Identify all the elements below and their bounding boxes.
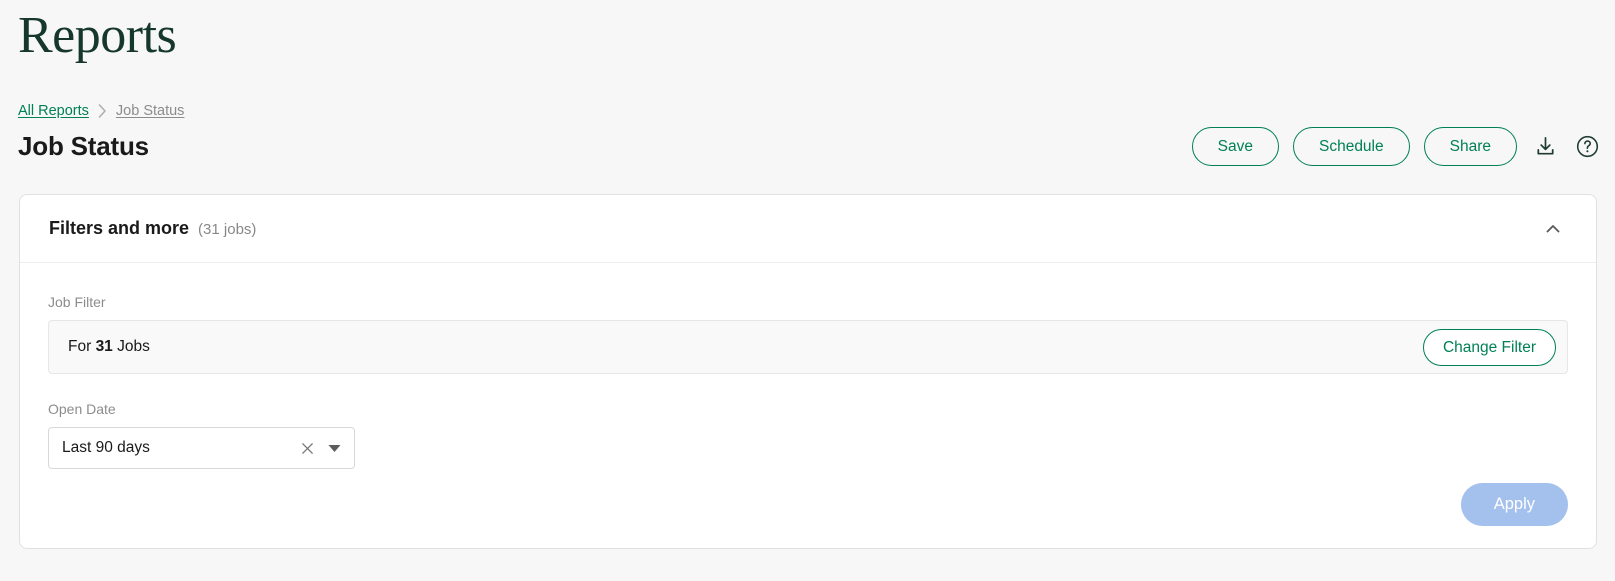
filters-card-title-group: Filters and more (31 jobs) — [49, 218, 256, 239]
filters-card: Filters and more (31 jobs) Job Filter Fo… — [19, 194, 1597, 549]
caret-down-icon[interactable] — [324, 438, 344, 458]
share-button[interactable]: Share — [1423, 127, 1517, 166]
job-filter-label: Job Filter — [48, 294, 106, 310]
help-circle-icon[interactable] — [1573, 133, 1601, 161]
breadcrumb-current-job-status: Job Status — [115, 103, 185, 119]
job-filter-row: For 31 Jobs Change Filter — [48, 320, 1568, 374]
title-row: Job Status Save Schedule Share — [0, 124, 1615, 172]
save-button[interactable]: Save — [1191, 127, 1279, 166]
chevron-right-icon — [98, 104, 107, 118]
open-date-label: Open Date — [48, 401, 116, 417]
open-date-group: Open Date Last 90 days — [48, 400, 1568, 469]
filters-card-body: Job Filter For 31 Jobs Change Filter Ope… — [20, 263, 1596, 549]
job-filter-group: Job Filter For 31 Jobs Change Filter — [48, 293, 1568, 374]
filters-card-title: Filters and more — [49, 218, 190, 238]
breadcrumb-link-all-reports[interactable]: All Reports — [18, 101, 89, 121]
breadcrumb: All Reports Job Status — [18, 101, 184, 121]
open-date-value: Last 90 days — [62, 439, 150, 456]
title-actions: Save Schedule Share — [1191, 127, 1601, 166]
page-title: Job Status — [18, 131, 149, 161]
filters-card-job-count: (31 jobs) — [198, 221, 257, 238]
page-heading: Reports — [18, 7, 177, 64]
download-icon[interactable] — [1531, 133, 1559, 161]
job-filter-summary: For 31 Jobs — [68, 338, 150, 356]
apply-button[interactable]: Apply — [1460, 483, 1568, 526]
filters-card-header[interactable]: Filters and more (31 jobs) — [20, 195, 1596, 263]
job-filter-suffix: Jobs — [117, 338, 150, 355]
change-filter-button[interactable]: Change Filter — [1422, 328, 1556, 366]
schedule-button[interactable]: Schedule — [1292, 127, 1410, 166]
close-x-icon[interactable] — [296, 437, 318, 459]
chevron-up-icon[interactable] — [1538, 214, 1568, 244]
job-filter-count: 31 — [95, 338, 113, 355]
job-filter-prefix: For — [68, 338, 92, 355]
open-date-select[interactable]: Last 90 days — [48, 427, 355, 469]
